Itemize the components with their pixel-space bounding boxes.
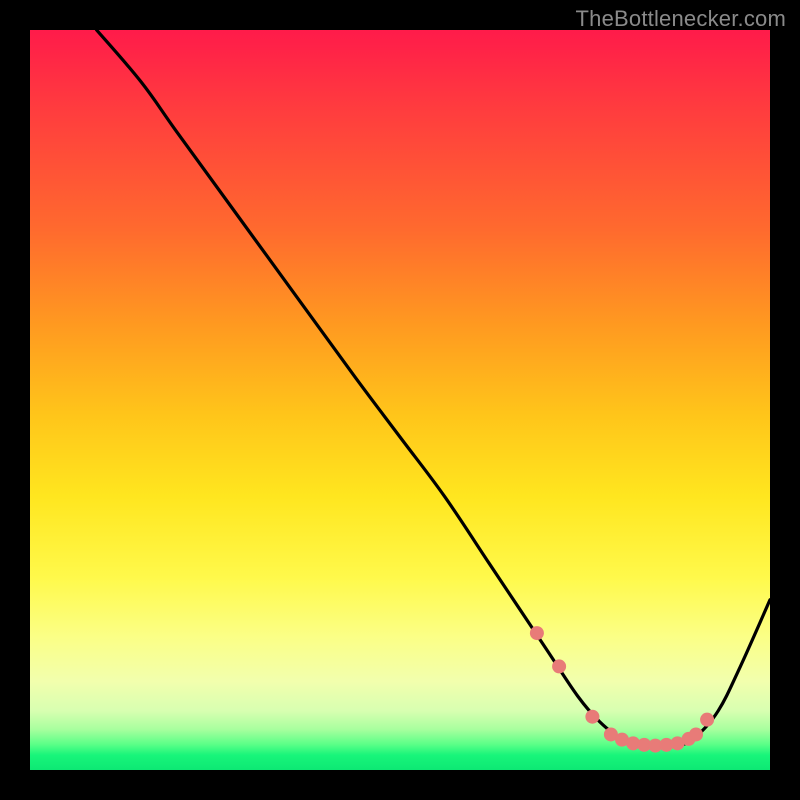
highlight-dot	[552, 659, 566, 673]
attribution-text: TheBottlenecker.com	[576, 6, 786, 32]
highlight-dot	[585, 710, 599, 724]
highlight-dot	[689, 727, 703, 741]
bottleneck-curve	[97, 30, 770, 746]
highlight-dot	[700, 713, 714, 727]
chart-stage: TheBottlenecker.com	[0, 0, 800, 800]
highlight-dot	[530, 626, 544, 640]
plot-area	[30, 30, 770, 770]
curve-layer	[30, 30, 770, 770]
highlight-dots	[530, 626, 714, 752]
